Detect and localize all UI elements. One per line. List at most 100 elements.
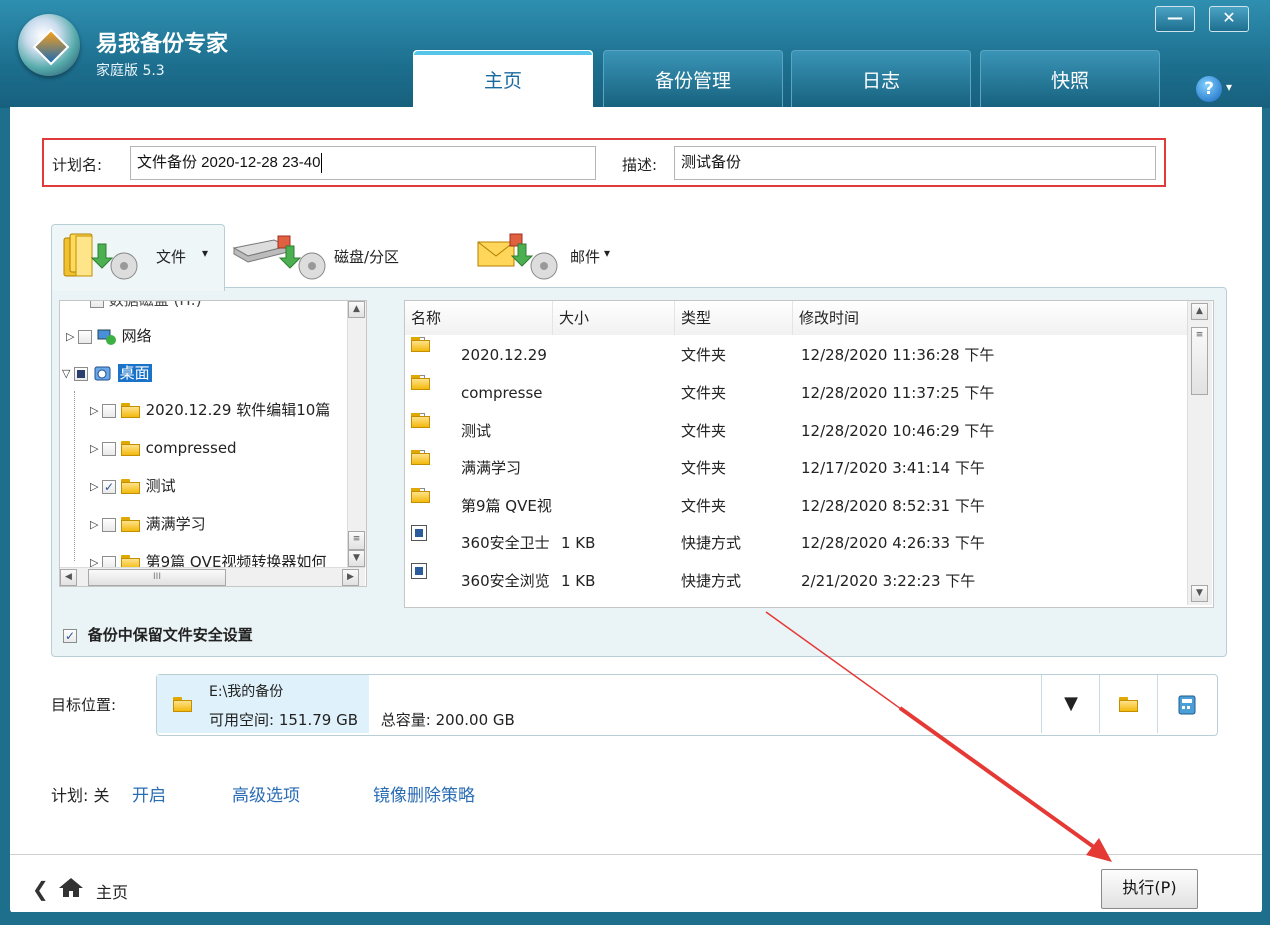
expand-arrow-icon[interactable]: ▷ bbox=[90, 472, 102, 502]
files-dropdown-caret-icon[interactable]: ▾ bbox=[202, 246, 208, 260]
column-header-type[interactable]: 类型 bbox=[675, 301, 793, 335]
scroll-up-icon[interactable]: ▲ bbox=[1191, 303, 1208, 320]
tree-item-label: 满满学习 bbox=[145, 515, 206, 533]
image-delete-policy-link[interactable]: 镜像删除策略 bbox=[373, 781, 475, 806]
mail-backup-icon bbox=[477, 233, 558, 280]
tree-item-folder[interactable]: ▷ 满满学习 bbox=[90, 509, 206, 539]
file-type: 文件夹 bbox=[681, 422, 727, 440]
file-modified: 12/17/2020 3:41:14 下午 bbox=[801, 459, 985, 477]
scroll-up-icon[interactable]: ▲ bbox=[348, 301, 365, 318]
source-tab-disk-label: 磁盘/分区 bbox=[334, 248, 400, 266]
tree-vertical-scrollbar[interactable]: ▲ ≡ ▼ bbox=[347, 301, 366, 567]
destination-dropdown-button[interactable]: ▼ bbox=[1041, 675, 1100, 733]
folder-icon bbox=[120, 479, 141, 494]
file-size: 1 KB bbox=[561, 572, 596, 590]
file-list[interactable]: 名称 大小 类型 修改时间 2020.12.29 文件夹 12/28/2020 … bbox=[404, 300, 1214, 608]
schedule-status: 计划: 关 bbox=[51, 786, 110, 805]
dropdown-arrow-icon: ▼ bbox=[1064, 693, 1078, 714]
browse-folder-button[interactable] bbox=[1099, 675, 1158, 733]
footer-separator bbox=[10, 854, 1262, 855]
scroll-right-icon[interactable]: ▶ bbox=[342, 569, 359, 586]
scroll-down-icon[interactable]: ▼ bbox=[348, 550, 365, 567]
expand-arrow-icon[interactable]: ▷ bbox=[90, 396, 102, 426]
calculator-button[interactable] bbox=[1157, 675, 1216, 733]
file-type: 文件夹 bbox=[681, 497, 727, 515]
keep-security-label: 备份中保留文件安全设置 bbox=[87, 626, 253, 644]
description-input[interactable]: 测试备份 bbox=[674, 146, 1156, 180]
source-tab-mail[interactable]: 邮件 ▾ bbox=[476, 224, 636, 288]
free-space-value: 151.79 GB bbox=[278, 711, 359, 729]
file-type: 文件夹 bbox=[681, 459, 727, 477]
home-icon[interactable] bbox=[58, 876, 84, 898]
list-item[interactable]: 第9篇 QVE视 文件夹 12/28/2020 8:52:31 下午 bbox=[405, 488, 1185, 525]
tree-checkbox[interactable] bbox=[102, 403, 116, 418]
collapse-arrow-icon[interactable]: ▽ bbox=[62, 359, 74, 389]
file-name: 2020.12.29 bbox=[461, 346, 547, 364]
execute-button[interactable]: 执行(P) bbox=[1101, 869, 1198, 909]
tree-item-folder[interactable]: ▷ compressed bbox=[90, 433, 237, 463]
hscroll-thumb[interactable]: III bbox=[88, 569, 226, 586]
keep-security-check[interactable] bbox=[63, 628, 77, 643]
tree-item-desktop[interactable]: ▽ 桌面 bbox=[62, 358, 152, 388]
tree-checkbox[interactable] bbox=[102, 517, 116, 532]
scroll-left-icon[interactable]: ◀ bbox=[60, 569, 77, 586]
app-title: 易我备份专家 bbox=[96, 32, 229, 57]
source-tab-mail-label: 邮件 bbox=[570, 248, 601, 266]
scroll-thumb[interactable]: ≡ bbox=[1191, 327, 1208, 395]
scroll-down-icon[interactable]: ▼ bbox=[1191, 585, 1208, 602]
calculator-icon bbox=[1178, 695, 1196, 714]
tab-home[interactable]: 主页 bbox=[413, 50, 593, 108]
plan-name-input[interactable]: 文件备份 2020-12-28 23-40 bbox=[130, 146, 596, 180]
help-caret-icon[interactable]: ▾ bbox=[1226, 80, 1232, 94]
source-tab-files-label: 文件 bbox=[156, 248, 187, 266]
help-icon[interactable]: ? bbox=[1196, 76, 1222, 102]
app-edition: 家庭版 5.3 bbox=[96, 63, 165, 79]
tab-log[interactable]: 日志 bbox=[791, 50, 971, 107]
tree-checkbox[interactable] bbox=[78, 329, 92, 344]
expand-arrow-icon[interactable]: ▷ bbox=[90, 434, 102, 464]
tree-item-network[interactable]: ▷ 网络 bbox=[66, 321, 152, 351]
tree-checkbox[interactable] bbox=[74, 366, 88, 381]
tree-item-folder[interactable]: ▷ 2020.12.29 软件编辑10篇 bbox=[90, 395, 330, 425]
column-header-size[interactable]: 大小 bbox=[553, 301, 675, 335]
advanced-options-link[interactable]: 高级选项 bbox=[232, 781, 300, 806]
home-breadcrumb[interactable]: 主页 bbox=[96, 879, 128, 903]
column-header-name[interactable]: 名称 bbox=[405, 301, 553, 335]
shortcut-icon bbox=[411, 563, 427, 579]
destination-folder-icon bbox=[173, 697, 193, 712]
keep-security-checkbox[interactable]: 备份中保留文件安全设置 bbox=[63, 624, 253, 645]
free-space-label: 可用空间: bbox=[209, 711, 275, 729]
tree-item-label: 2020.12.29 软件编辑10篇 bbox=[145, 401, 331, 419]
back-icon[interactable]: ❮ bbox=[32, 877, 49, 901]
source-tab-disk[interactable]: 磁盘/分区 bbox=[232, 224, 422, 288]
tab-backup-manage[interactable]: 备份管理 bbox=[603, 50, 783, 107]
list-item[interactable]: compresse 文件夹 12/28/2020 11:37:25 下午 bbox=[405, 375, 1185, 412]
close-button[interactable]: ✕ bbox=[1209, 6, 1249, 32]
tree-item-partial[interactable]: 数据磁盘 (H:) bbox=[90, 301, 202, 315]
column-header-modified[interactable]: 修改时间 bbox=[793, 301, 1193, 335]
list-item[interactable]: 2020.12.29 文件夹 12/28/2020 11:36:28 下午 bbox=[405, 337, 1185, 374]
tree-horizontal-scrollbar[interactable]: ◀ III ▶ bbox=[60, 567, 365, 586]
tree-item-folder[interactable]: ▷ 测试 bbox=[90, 471, 176, 501]
schedule-enable-link[interactable]: 开启 bbox=[132, 781, 166, 806]
file-type: 快捷方式 bbox=[681, 572, 742, 590]
tree-item-label: 桌面 bbox=[117, 364, 152, 382]
mail-dropdown-caret-icon[interactable]: ▾ bbox=[604, 246, 610, 260]
expand-arrow-icon[interactable]: ▷ bbox=[90, 510, 102, 540]
list-item[interactable]: 测试 文件夹 12/28/2020 10:46:29 下午 bbox=[405, 413, 1185, 450]
folder-tree[interactable]: 数据磁盘 (H:) ▷ 网络 ▽ 桌面 ▷ 2020.12.29 软件编辑10篇… bbox=[59, 300, 367, 587]
tree-checkbox[interactable] bbox=[102, 479, 116, 494]
list-item[interactable]: 360安全浏览 1 KB 快捷方式 2/21/2020 3:22:23 下午 bbox=[405, 563, 1185, 600]
list-item[interactable]: 360安全卫士 1 KB 快捷方式 12/28/2020 4:26:33 下午 bbox=[405, 525, 1185, 562]
minimize-button[interactable]: — bbox=[1155, 6, 1195, 32]
destination-box[interactable]: E:\我的备份 可用空间: 151.79 GB 总容量: 200.00 GB ▼ bbox=[156, 674, 1218, 736]
list-vertical-scrollbar[interactable]: ▲ ≡ ▼ bbox=[1187, 301, 1212, 605]
list-item[interactable]: 满满学习 文件夹 12/17/2020 3:41:14 下午 bbox=[405, 450, 1185, 487]
source-tab-files[interactable]: 文件 ▾ bbox=[62, 224, 222, 288]
tab-snapshot[interactable]: 快照 bbox=[980, 50, 1160, 107]
expand-arrow-icon[interactable]: ▷ bbox=[66, 322, 78, 352]
browse-folder-icon bbox=[1119, 697, 1139, 712]
tree-checkbox[interactable] bbox=[102, 441, 116, 456]
scroll-thumb[interactable]: ≡ bbox=[348, 531, 365, 550]
folder-icon bbox=[120, 517, 141, 532]
